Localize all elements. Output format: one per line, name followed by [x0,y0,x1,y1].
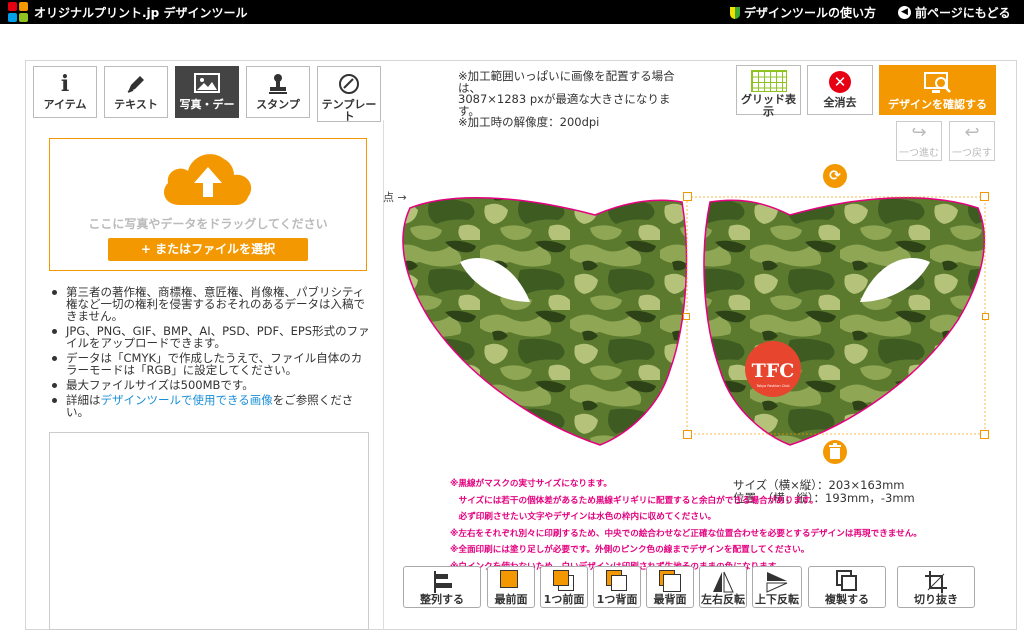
top-bar: オリジナルプリント.jp デザインツール デザインツールの使い方 ◀ 前ページに… [0,0,1024,24]
resize-handle-top-right[interactable] [980,192,989,201]
tab-item[interactable]: i アイテム [33,66,97,118]
mask-left-panel [402,196,688,446]
rotate-icon[interactable]: ⟳ [823,164,847,188]
monitor-search-icon [923,71,953,95]
print-notes: ※黒線がマスクの実寸サイズになります。 サイズには若干の個体差があるため黒線ギリ… [450,479,922,571]
tab-text[interactable]: テキスト [104,66,168,118]
cloud-upload-icon [158,147,258,207]
beginner-icon [730,6,740,19]
note-item: 第三者の著作権、商標権、意匠権、肖像権、パブリシティ権など一切の権利を侵害するお… [46,286,372,322]
upload-dropzone[interactable]: ここに写真やデータをドラッグしてください + またはファイルを選択 [49,138,367,271]
help-link[interactable]: デザインツールの使い方 [730,4,876,21]
resize-handle-bottom-right[interactable] [980,430,989,439]
confirm-design-button[interactable]: デザインを確認する [879,65,996,115]
tab-stamp[interactable]: スタンプ [246,66,310,118]
tab-template[interactable]: テンプレー ト [317,66,381,123]
send-back-button[interactable]: 最背面 [646,566,694,608]
crop-button[interactable]: 切り抜き [897,566,975,608]
tab-photo-data[interactable]: 写真・デー [175,66,239,118]
resize-handle-bottom-left[interactable] [683,430,692,439]
bring-forward-icon [553,570,575,594]
undo-button[interactable]: ↩ 一つ戻す [949,121,995,161]
send-backward-icon [606,570,628,594]
note-item: データは「CMYK」で作成したうえで、ファイル自体のカラーモードは「RGB」に設… [46,352,372,376]
clear-icon: ✕ [829,71,851,93]
align-icon [432,570,452,594]
grid-button[interactable]: グリッド表示 [736,65,801,118]
uploaded-images-area [49,432,369,630]
duplicate-icon [836,570,858,594]
resize-handle-left[interactable] [683,313,690,320]
brand-title: オリジナルプリント.jp デザインツール [34,6,248,20]
clear-all-button[interactable]: ✕ 全消去 [807,65,873,115]
grid-icon [750,70,787,92]
stamp-icon [247,69,309,99]
resize-handle-right[interactable] [982,313,989,320]
pen-icon [105,69,167,99]
send-backward-button[interactable]: 1つ背面 [593,566,641,608]
bring-front-icon [500,570,522,594]
note-item: JPG、PNG、GIF、BMP、AI、PSD、PDF、EPS形式のファイルをアッ… [46,325,372,349]
tfc-logo-small-text: Tokyo Fashion Club [755,384,790,388]
flip-horizontal-button[interactable]: 左右反転 [699,566,747,608]
image-icon [176,69,238,99]
redo-icon: ↪ [911,122,927,143]
send-back-icon [659,570,681,594]
tfc-logo-text: TFC [752,360,795,382]
drop-text: ここに写真やデータをドラッグしてください [88,217,328,231]
flip-horizontal-icon [711,570,735,594]
redo-button[interactable]: ↪ 一つ進む [896,121,942,161]
trash-icon[interactable] [823,440,847,464]
mask-right-panel [703,196,986,446]
bring-forward-button[interactable]: 1つ前面 [540,566,588,608]
flip-vertical-icon [765,570,789,594]
usable-images-link[interactable]: デザインツールで使用できる画像 [101,393,273,407]
back-link[interactable]: ◀ 前ページにもどる [898,4,1011,21]
note-item: 最大ファイルサイズは500MBです。 [46,379,372,391]
back-arrow-icon: ◀ [898,6,911,19]
upload-notes: 第三者の著作権、商標権、意匠権、肖像権、パブリシティ権など一切の権利を侵害するお… [46,286,372,421]
flip-vertical-button[interactable]: 上下反転 [752,566,802,608]
undo-icon: ↩ [964,122,980,143]
resize-handle-top-left[interactable] [683,192,692,201]
info-icon: i [60,71,70,97]
crop-icon [924,570,948,594]
processing-info: ※加工範囲いっぱいに画像を配置する場合は、 3087×1283 pxが最適な大き… [458,69,675,129]
brand-logo-icon [8,2,30,22]
duplicate-button[interactable]: 複製する [808,566,886,608]
template-icon [318,69,380,99]
bring-front-button[interactable]: 最前面 [487,566,535,608]
design-canvas[interactable]: TFC Tokyo Fashion Club [390,170,1000,470]
select-file-button[interactable]: + またはファイルを選択 [108,238,308,261]
align-button[interactable]: 整列する [403,566,481,608]
note-item: 詳細はデザインツールで使用できる画像をご参照ください。 [46,394,372,418]
